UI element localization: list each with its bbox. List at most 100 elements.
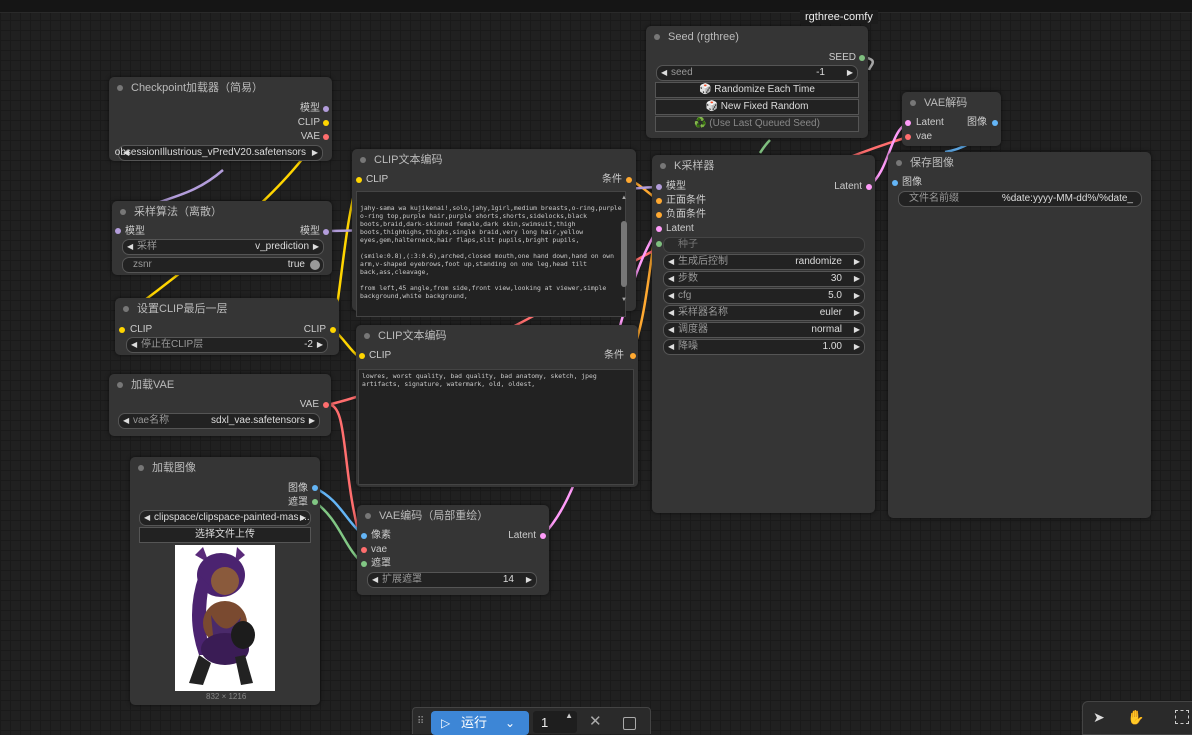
output-model-slot[interactable] (323, 106, 329, 112)
vae-name-combo[interactable]: ◀ vae名称 sdxl_vae.safetensors ▶ (118, 413, 320, 429)
input-image-slot[interactable] (892, 180, 898, 186)
arrow-right-icon[interactable]: ▶ (854, 289, 860, 303)
arrow-left-icon[interactable]: ◀ (661, 66, 667, 80)
save-image-node[interactable]: 保存图像 图像 文件名前缀 %date:yyyy-MM-dd%/%date_ (888, 152, 1151, 518)
output-latent-slot[interactable] (540, 533, 546, 539)
clip-set-last-layer-node[interactable]: 设置CLIP最后一层 CLIP CLIP ◀ 停止在CLIP层 -2 ▶ (115, 298, 339, 355)
steps-number[interactable]: ◀ 步数 30 ▶ (663, 271, 865, 287)
sampler-name-combo[interactable]: ◀ 采样器名称 euler ▶ (663, 305, 865, 321)
arrow-right-icon[interactable]: ▶ (526, 573, 532, 587)
arrow-left-icon[interactable]: ◀ (668, 272, 674, 286)
arrow-left-icon[interactable]: ◀ (668, 323, 674, 337)
chevron-down-icon[interactable]: ⌄ (505, 711, 515, 735)
arrow-right-icon[interactable]: ▶ (309, 414, 315, 428)
input-negative-slot[interactable] (656, 212, 662, 218)
fit-view-icon[interactable] (1175, 710, 1189, 724)
input-clip-slot[interactable] (356, 177, 362, 183)
arrow-left-icon[interactable]: ◀ (372, 573, 378, 587)
output-conditioning-slot[interactable] (626, 177, 632, 183)
prompt-textarea[interactable]: jahy-sama wa kujikenai!,solo,jahy,1girl,… (356, 191, 626, 317)
arrow-left-icon[interactable]: ◀ (131, 338, 137, 352)
close-icon[interactable]: ✕ (589, 712, 602, 730)
arrow-right-icon[interactable]: ▶ (854, 306, 860, 320)
input-vae-slot[interactable] (361, 547, 367, 553)
hand-pan-icon[interactable]: ✋ (1127, 709, 1144, 726)
clip-text-encode-positive-node[interactable]: CLIP文本编码 CLIP 条件 jahy-sama wa kujikenai!… (352, 149, 636, 317)
input-positive-slot[interactable] (656, 198, 662, 204)
arrow-right-icon[interactable]: ▶ (300, 511, 306, 525)
clip-text-encode-negative-node[interactable]: CLIP文本编码 CLIP 条件 lowres, worst quality, … (356, 325, 638, 487)
vae-decode-node[interactable]: VAE解码 Latent vae 图像 (902, 92, 1001, 146)
output-clip-slot[interactable] (330, 327, 336, 333)
image-combo[interactable]: ◀ clipspace/clipspace-painted-mas ... ▶ (139, 510, 311, 526)
cfg-number[interactable]: ◀ cfg 5.0 ▶ (663, 288, 865, 304)
arrow-left-icon[interactable]: ◀ (668, 306, 674, 320)
arrow-left-icon[interactable]: ◀ (123, 414, 129, 428)
output-vae-slot[interactable] (323, 402, 329, 408)
stop-at-clip-layer-number[interactable]: ◀ 停止在CLIP层 -2 ▶ (126, 337, 328, 353)
ckpt-name-combo[interactable]: ◀ obsessionIllustrious_vPredV20.safetens… (115, 145, 323, 161)
input-seed-slot[interactable] (656, 241, 662, 247)
output-image-slot[interactable] (312, 485, 318, 491)
filename-prefix-text[interactable]: 文件名前缀 %date:yyyy-MM-dd%/%date_ (898, 191, 1142, 207)
seed-rgthree-node[interactable]: Seed (rgthree) SEED ◀ seed -1 ▶ 🎲 Random… (646, 26, 868, 138)
output-clip-slot[interactable] (323, 120, 329, 126)
input-clip-slot[interactable] (359, 353, 365, 359)
input-clip-slot[interactable] (119, 327, 125, 333)
load-image-node[interactable]: 加载图像 图像 遮罩 ◀ clipspace/clipspace-painted… (130, 457, 320, 705)
batch-count-input[interactable]: 1 ▲ (533, 711, 577, 733)
input-pixels-slot[interactable] (361, 533, 367, 539)
arrow-left-icon[interactable]: ◀ (668, 255, 674, 269)
arrow-right-icon[interactable]: ▶ (854, 255, 860, 269)
arrow-left-icon[interactable]: ◀ (668, 289, 674, 303)
output-image-slot[interactable] (992, 120, 998, 126)
new-fixed-random-button[interactable]: 🎲 New Fixed Random (655, 99, 859, 115)
seed-input-widget[interactable]: 种子 (663, 237, 865, 253)
model-sampling-discrete-node[interactable]: 采样算法（离散） 模型 模型 ◀ 采样 v_prediction ▶ zsnr … (112, 201, 332, 275)
arrow-right-icon[interactable]: ▶ (312, 146, 318, 160)
arrow-right-icon[interactable]: ▶ (854, 272, 860, 286)
run-button[interactable]: ▷ 运行 ⌄ (431, 711, 529, 735)
arrow-right-icon[interactable]: ▶ (854, 340, 860, 354)
input-latent-slot[interactable] (656, 226, 662, 232)
vae-encode-inpaint-node[interactable]: VAE编码（局部重绘） 像素 vae 遮罩 Latent ◀ 扩展遮罩 14 ▶ (357, 505, 549, 595)
arrow-right-icon[interactable]: ▶ (317, 338, 323, 352)
input-vae-slot[interactable] (905, 134, 911, 140)
denoise-number[interactable]: ◀ 降噪 1.00 ▶ (663, 339, 865, 355)
output-latent-slot[interactable] (866, 184, 872, 190)
stop-icon[interactable] (623, 717, 636, 730)
control-after-generate-combo[interactable]: ◀ 生成后控制 randomize ▶ (663, 254, 865, 270)
zsnr-toggle[interactable]: zsnr true (122, 257, 324, 273)
prompt-textarea[interactable]: lowres, worst quality, bad quality, bad … (358, 369, 634, 485)
use-last-queued-seed-button[interactable]: ♻️ (Use Last Queued Seed) (655, 116, 859, 132)
randomize-each-time-button[interactable]: 🎲 Randomize Each Time (655, 82, 859, 98)
drag-handle-icon[interactable]: ⠿ (417, 716, 424, 727)
output-conditioning-slot[interactable] (630, 353, 636, 359)
load-vae-node[interactable]: 加载VAE VAE ◀ vae名称 sdxl_vae.safetensors ▶ (109, 374, 331, 436)
arrow-left-icon[interactable]: ◀ (144, 511, 150, 525)
upload-button[interactable]: 选择文件上传 (139, 527, 311, 543)
arrow-right-icon[interactable]: ▶ (847, 66, 853, 80)
arrow-left-icon[interactable]: ◀ (668, 340, 674, 354)
scheduler-combo[interactable]: ◀ 调度器 normal ▶ (663, 322, 865, 338)
select-cursor-icon[interactable]: ➤ (1093, 709, 1105, 726)
input-latent-slot[interactable] (905, 120, 911, 126)
arrow-right-icon[interactable]: ▶ (313, 240, 319, 254)
ksampler-node[interactable]: K采样器 模型 正面条件 负面条件 Latent Latent 种子 ◀ 生成后… (652, 155, 875, 513)
input-model-slot[interactable] (115, 228, 121, 234)
input-mask-slot[interactable] (361, 561, 367, 567)
arrow-right-icon[interactable]: ▶ (854, 323, 860, 337)
output-seed-slot[interactable] (859, 55, 865, 61)
queue-toolbar: ⠿ ▷ 运行 ⌄ 1 ▲ ✕ (412, 707, 651, 735)
input-model-slot[interactable] (656, 184, 662, 190)
textarea-scrollbar[interactable]: ▲ ▼ (621, 195, 627, 303)
seed-number[interactable]: ◀ seed -1 ▶ (656, 65, 858, 81)
output-model-slot[interactable] (323, 229, 329, 235)
chevron-up-icon[interactable]: ▲ (565, 711, 573, 720)
sampling-combo[interactable]: ◀ 采样 v_prediction ▶ (122, 239, 324, 255)
grow-mask-number[interactable]: ◀ 扩展遮罩 14 ▶ (367, 572, 537, 588)
checkpoint-loader-node[interactable]: Checkpoint加载器（简易） 模型 CLIP VAE ◀ obsessio… (109, 77, 332, 161)
output-vae-slot[interactable] (323, 134, 329, 140)
arrow-left-icon[interactable]: ◀ (127, 240, 133, 254)
output-mask-slot[interactable] (312, 499, 318, 505)
